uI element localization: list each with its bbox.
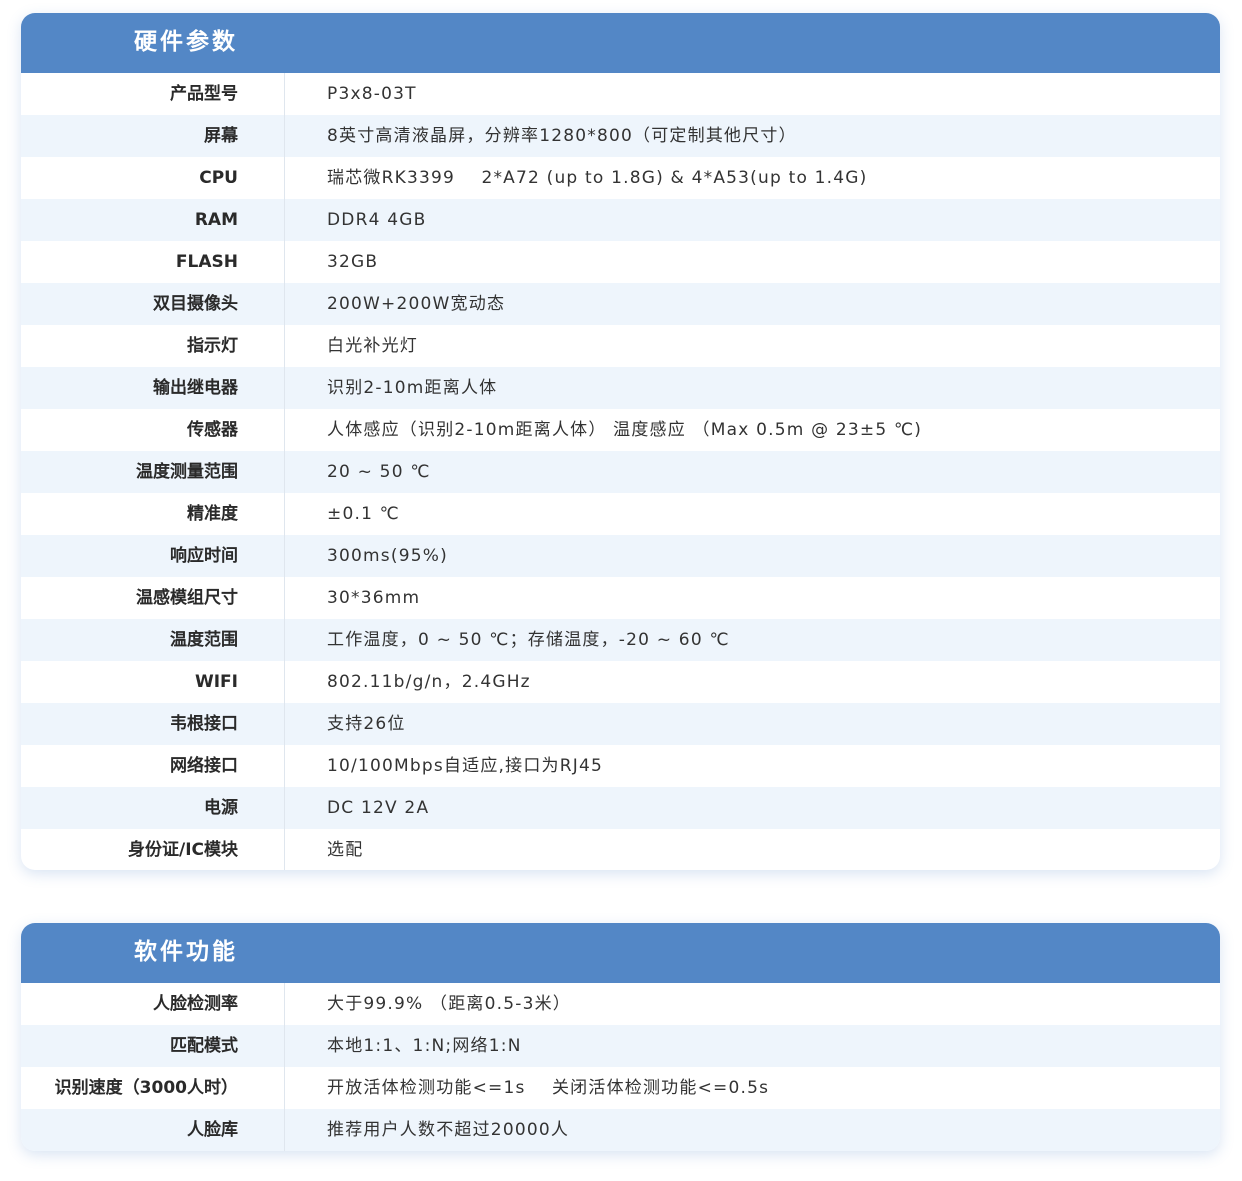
hardware-spec-table: 产品型号 P3x8-03T 屏幕 8英寸高清液晶屏，分辨率1280*800（可定制其…: [21, 73, 1220, 870]
spec-label: 温度范围: [170, 630, 238, 650]
feature-value: 推荐用户人数不超过20000人: [327, 1120, 570, 1140]
spec-label: CPU: [199, 168, 238, 188]
spec-value: ±0.1 ℃: [327, 504, 400, 524]
table-row: 温感模组尺寸 30*36mm: [21, 577, 1220, 619]
table-row: 身份证/IC模块 选配: [21, 829, 1220, 870]
spec-label: FLASH: [175, 252, 238, 272]
spec-value: 白光补光灯: [327, 336, 418, 356]
table-row: 匹配模式 本地1:1、1:N;网络1:N: [21, 1025, 1220, 1067]
table-row: 输出继电器 识别2-10m距离人体: [21, 367, 1220, 409]
spec-value: 选配: [327, 840, 364, 860]
spec-label: 输出继电器: [153, 378, 238, 398]
feature-value: 大于99.9% （距离0.5-3米）: [327, 994, 571, 1014]
table-row: FLASH 32GB: [21, 241, 1220, 283]
table-row: 人脸检测率 大于99.9% （距离0.5-3米）: [21, 983, 1220, 1025]
table-row: 识别速度（3000人时） 开放活体检测功能<=1s 关闭活体检测功能<=0.5s: [21, 1067, 1220, 1109]
spec-value: 瑞芯微RK3399 2*A72 (up to 1.8G) & 4*A53(up …: [327, 168, 868, 188]
spec-label: 指示灯: [187, 336, 238, 356]
spec-value: DC 12V 2A: [327, 798, 430, 818]
table-row: 指示灯 白光补光灯: [21, 325, 1220, 367]
spec-value: 32GB: [327, 252, 379, 272]
software-features-card: 软件功能 人脸检测率 大于99.9% （距离0.5-3米） 匹配模式 本地1:1、1…: [21, 923, 1220, 1151]
spec-value: 识别2-10m距离人体: [327, 378, 498, 398]
spec-label: 电源: [204, 798, 238, 818]
spec-value: 802.11b/g/n，2.4GHz: [327, 672, 531, 692]
spec-label: 身份证/IC模块: [127, 840, 238, 860]
spec-value: 10/100Mbps自适应,接口为RJ45: [327, 756, 603, 776]
spec-value: 300ms(95%): [327, 546, 448, 566]
table-row: 网络接口 10/100Mbps自适应,接口为RJ45: [21, 745, 1220, 787]
table-row: 产品型号 P3x8-03T: [21, 73, 1220, 115]
feature-label: 人脸库: [187, 1120, 238, 1140]
table-row: 双目摄像头 200W+200W宽动态: [21, 283, 1220, 325]
software-title: 软件功能: [134, 939, 238, 965]
table-row: 温度范围 工作温度，0 ~ 50 ℃；存储温度，-20 ~ 60 ℃: [21, 619, 1220, 661]
spec-value: 8英寸高清液晶屏，分辨率1280*800（可定制其他尺寸）: [327, 126, 797, 146]
spec-value: P3x8-03T: [327, 84, 417, 104]
feature-label: 匹配模式: [170, 1036, 238, 1056]
table-row: RAM DDR4 4GB: [21, 199, 1220, 241]
spec-label: 响应时间: [170, 546, 238, 566]
table-row: 屏幕 8英寸高清液晶屏，分辨率1280*800（可定制其他尺寸）: [21, 115, 1220, 157]
spec-label: 双目摄像头: [153, 294, 238, 314]
table-row: 温度测量范围 20 ~ 50 ℃: [21, 451, 1220, 493]
table-row: 电源 DC 12V 2A: [21, 787, 1220, 829]
spec-label: 温感模组尺寸: [136, 588, 238, 608]
feature-value: 本地1:1、1:N;网络1:N: [327, 1036, 522, 1056]
table-row: 传感器 人体感应（识别2-10m距离人体） 温度感应 （Max 0.5m @ 23…: [21, 409, 1220, 451]
table-row: 精准度 ±0.1 ℃: [21, 493, 1220, 535]
spec-label: WIFI: [194, 672, 238, 692]
spec-value: 20 ~ 50 ℃: [327, 462, 431, 482]
table-row: 韦根接口 支持26位: [21, 703, 1220, 745]
hardware-header: 硬件参数: [21, 13, 1220, 73]
table-row: CPU 瑞芯微RK3399 2*A72 (up to 1.8G) & 4*A53(…: [21, 157, 1220, 199]
hardware-title: 硬件参数: [134, 29, 238, 55]
column-divider: [284, 73, 285, 870]
spec-value: 支持26位: [327, 714, 406, 734]
spec-label: RAM: [194, 210, 238, 230]
spec-value: 工作温度，0 ~ 50 ℃；存储温度，-20 ~ 60 ℃: [327, 630, 730, 650]
table-row: 响应时间 300ms(95%): [21, 535, 1220, 577]
spec-label: 韦根接口: [170, 714, 238, 734]
software-header: 软件功能: [21, 923, 1220, 983]
feature-value: 开放活体检测功能<=1s 关闭活体检测功能<=0.5s: [327, 1078, 770, 1098]
spec-label: 传感器: [187, 420, 238, 440]
software-feature-table: 人脸检测率 大于99.9% （距离0.5-3米） 匹配模式 本地1:1、1:N;网络…: [21, 983, 1220, 1151]
column-divider: [284, 983, 285, 1151]
spec-value: 200W+200W宽动态: [327, 294, 506, 314]
spec-value: 30*36mm: [327, 588, 421, 608]
feature-label: 识别速度（3000人时）: [54, 1078, 238, 1098]
spec-label: 屏幕: [204, 126, 238, 146]
spec-label: 温度测量范围: [136, 462, 238, 482]
table-row: 人脸库 推荐用户人数不超过20000人: [21, 1109, 1220, 1151]
spec-value: 人体感应（识别2-10m距离人体） 温度感应 （Max 0.5m @ 23±5 …: [327, 420, 923, 440]
spec-value: DDR4 4GB: [327, 210, 427, 230]
spec-label: 网络接口: [170, 756, 238, 776]
feature-label: 人脸检测率: [153, 994, 238, 1014]
spec-label: 产品型号: [170, 84, 238, 104]
table-row: WIFI 802.11b/g/n，2.4GHz: [21, 661, 1220, 703]
hardware-specs-card: 硬件参数 产品型号 P3x8-03T 屏幕 8英寸高清液晶屏，分辨率1280*800…: [21, 13, 1220, 870]
spec-label: 精准度: [187, 504, 238, 524]
